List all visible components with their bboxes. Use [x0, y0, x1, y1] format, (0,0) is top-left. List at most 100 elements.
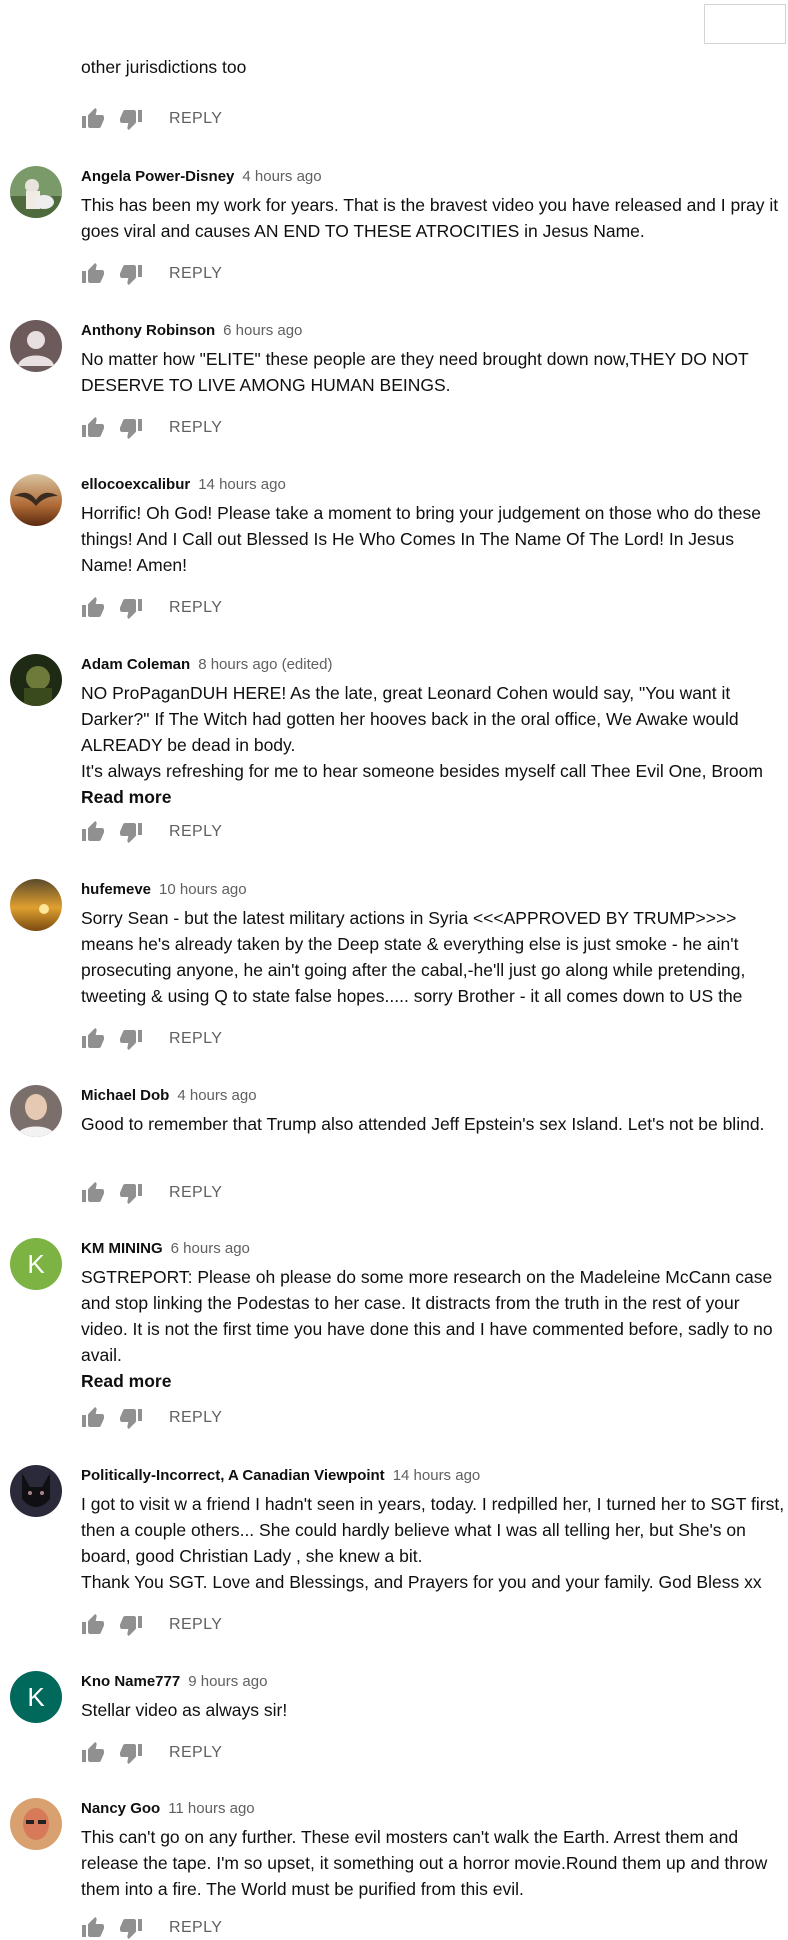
reply-button[interactable]: REPLY [169, 823, 222, 841]
avatar[interactable]: K [10, 1671, 62, 1723]
comment-header: Anthony Robinson 6 hours ago [81, 320, 302, 342]
thumbs-up-icon[interactable] [81, 1027, 105, 1051]
avatar[interactable] [10, 1085, 62, 1137]
comment-body: Horrific! Oh God! Please take a moment t… [81, 500, 786, 578]
comment-header: Nancy Goo 11 hours ago [81, 1798, 255, 1820]
author-name[interactable]: Adam Coleman [81, 656, 190, 673]
timestamp[interactable]: 8 hours ago (edited) [198, 656, 332, 673]
thumbs-down-icon[interactable] [119, 820, 143, 844]
comment-actions: REPLY [81, 1741, 222, 1765]
author-name[interactable]: Kno Name777 [81, 1673, 180, 1690]
comment-body: Stellar video as always sir! [81, 1697, 786, 1723]
comment-header: Politically-Incorrect, A Canadian Viewpo… [81, 1465, 480, 1487]
avatar[interactable] [10, 654, 62, 706]
thumbs-up-icon[interactable] [81, 820, 105, 844]
comment-text: Thank You SGT. Love and Blessings, and P… [81, 1572, 762, 1592]
timestamp[interactable]: 14 hours ago [393, 1467, 481, 1484]
author-name[interactable]: Michael Dob [81, 1087, 169, 1104]
read-more-link[interactable]: Read more [81, 1368, 786, 1394]
thumbs-up-icon[interactable] [81, 262, 105, 286]
author-name[interactable]: KM MINING [81, 1240, 163, 1257]
avatar-letter: K [10, 1238, 62, 1290]
thumbs-down-icon[interactable] [119, 1181, 143, 1205]
thumbs-down-icon[interactable] [119, 1741, 143, 1765]
comment-header: KM MINING 6 hours ago [81, 1238, 250, 1260]
author-name[interactable]: Politically-Incorrect, A Canadian Viewpo… [81, 1467, 385, 1484]
comment-text: SGTREPORT: Please oh please do some more… [81, 1267, 773, 1365]
avatar[interactable] [10, 1798, 62, 1850]
thumbs-up-icon[interactable] [81, 107, 105, 131]
timestamp[interactable]: 6 hours ago [171, 1240, 250, 1257]
reply-button[interactable]: REPLY [169, 419, 222, 437]
comment-actions: REPLY [81, 1613, 222, 1637]
author-name[interactable]: hufemeve [81, 881, 151, 898]
comment-header: Michael Dob 4 hours ago [81, 1085, 257, 1107]
avatar[interactable] [10, 474, 62, 526]
timestamp[interactable]: 11 hours ago [168, 1800, 254, 1817]
top-right-box[interactable] [704, 4, 786, 44]
thumbs-up-icon[interactable] [81, 1916, 105, 1940]
avatar[interactable] [10, 320, 62, 372]
timestamp[interactable]: 9 hours ago [188, 1673, 267, 1690]
comment-text: other jurisdictions too [81, 57, 247, 77]
comment-text: Sorry Sean - but the latest military act… [81, 908, 746, 1006]
reply-button[interactable]: REPLY [169, 599, 222, 617]
thumbs-down-icon[interactable] [119, 416, 143, 440]
comment-body: I got to visit w a friend I hadn't seen … [81, 1491, 786, 1595]
comment-body: Sorry Sean - but the latest military act… [81, 905, 786, 1009]
thumbs-up-icon[interactable] [81, 1406, 105, 1430]
reply-button[interactable]: REPLY [169, 1744, 222, 1762]
comment-actions: REPLY [81, 1916, 222, 1940]
comment-actions: REPLY [81, 820, 222, 844]
reply-button[interactable]: REPLY [169, 1030, 222, 1048]
thumbs-up-icon[interactable] [81, 1613, 105, 1637]
thumbs-up-icon[interactable] [81, 1741, 105, 1765]
author-name[interactable]: ellocoexcalibur [81, 476, 190, 493]
reply-button[interactable]: REPLY [169, 1919, 222, 1937]
avatar-letter: K [10, 1671, 62, 1723]
comment-text: No matter how "ELITE" these people are t… [81, 349, 749, 395]
comment-header: Adam Coleman 8 hours ago (edited) [81, 654, 332, 676]
comment-header: ellocoexcalibur 14 hours ago [81, 474, 286, 496]
thumbs-down-icon[interactable] [119, 1406, 143, 1430]
timestamp[interactable]: 4 hours ago [177, 1087, 256, 1104]
comment-body: NO ProPaganDUH HERE! As the late, great … [81, 680, 786, 810]
comment-header: hufemeve 10 hours ago [81, 879, 247, 901]
reply-button[interactable]: REPLY [169, 110, 222, 128]
comment-actions: REPLY [81, 596, 222, 620]
thumbs-down-icon[interactable] [119, 596, 143, 620]
thumbs-up-icon[interactable] [81, 416, 105, 440]
thumbs-down-icon[interactable] [119, 107, 143, 131]
comment-body: SGTREPORT: Please oh please do some more… [81, 1264, 786, 1394]
author-name[interactable]: Angela Power-Disney [81, 168, 234, 185]
reply-button[interactable]: REPLY [169, 1616, 222, 1634]
avatar[interactable] [10, 879, 62, 931]
timestamp[interactable]: 14 hours ago [198, 476, 286, 493]
avatar[interactable]: K [10, 1238, 62, 1290]
thumbs-down-icon[interactable] [119, 1916, 143, 1940]
thumbs-up-icon[interactable] [81, 596, 105, 620]
avatar[interactable] [10, 166, 62, 218]
comment-text: This has been my work for years. That is… [81, 195, 779, 241]
thumbs-down-icon[interactable] [119, 1613, 143, 1637]
comment-actions: REPLY [81, 262, 222, 286]
reply-button[interactable]: REPLY [169, 265, 222, 283]
reply-button[interactable]: REPLY [169, 1184, 222, 1202]
author-name[interactable]: Nancy Goo [81, 1800, 160, 1817]
comment-text: This can't go on any further. These evil… [81, 1827, 768, 1899]
avatar[interactable] [10, 0, 60, 62]
thumbs-down-icon[interactable] [119, 1027, 143, 1051]
comment-body: This has been my work for years. That is… [81, 192, 786, 244]
comment-text: I got to visit w a friend I hadn't seen … [81, 1494, 785, 1566]
thumbs-up-icon[interactable] [81, 1181, 105, 1205]
thumbs-down-icon[interactable] [119, 262, 143, 286]
timestamp[interactable]: 4 hours ago [242, 168, 321, 185]
author-name[interactable]: Anthony Robinson [81, 322, 215, 339]
avatar[interactable] [10, 1465, 62, 1517]
comment-actions: REPLY [81, 1181, 222, 1205]
reply-button[interactable]: REPLY [169, 1409, 222, 1427]
comment-header: Angela Power-Disney 4 hours ago [81, 166, 322, 188]
timestamp[interactable]: 10 hours ago [159, 881, 247, 898]
read-more-link[interactable]: Read more [81, 784, 786, 810]
timestamp[interactable]: 6 hours ago [223, 322, 302, 339]
